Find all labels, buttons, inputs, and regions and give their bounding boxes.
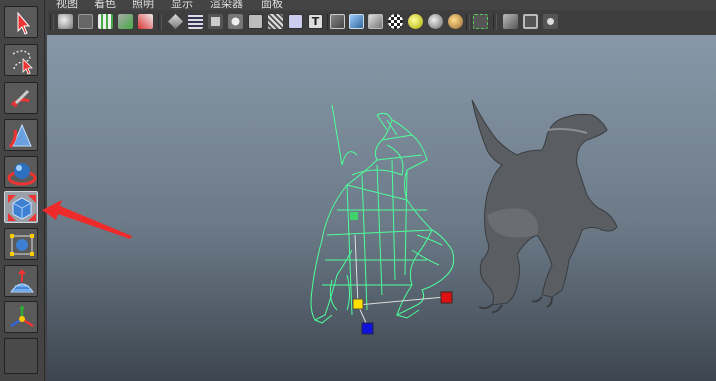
scene-svg: [310, 99, 618, 335]
bookmarks-icon[interactable]: [98, 14, 113, 29]
wireframe-raptor-model[interactable]: [310, 104, 455, 324]
toolbox: [0, 0, 45, 381]
lasso-icon: [12, 50, 33, 75]
rotate-icon: [7, 163, 37, 186]
select-camera-icon[interactable]: [58, 14, 73, 29]
menu-view[interactable]: 视图: [56, 0, 78, 10]
wireframe-on-shaded-icon[interactable]: [368, 14, 383, 29]
safe-action-icon[interactable]: [268, 14, 283, 29]
perspective-viewport[interactable]: [47, 35, 716, 381]
pivot-y-handle[interactable]: [352, 298, 364, 310]
paint-select-tool-button[interactable]: [4, 82, 38, 114]
camera-attributes-icon[interactable]: [78, 14, 93, 29]
select-arrow-icon: [17, 11, 31, 35]
safe-title-icon[interactable]: [288, 14, 303, 29]
use-all-lights-icon[interactable]: [408, 14, 423, 29]
move-tool-button[interactable]: [4, 119, 38, 151]
menu-show[interactable]: 显示: [171, 0, 193, 10]
rotate-tool-button[interactable]: [4, 156, 38, 188]
hud-icon[interactable]: [523, 14, 538, 29]
resolution-gate-icon[interactable]: [208, 14, 223, 29]
pivot-z-handle[interactable]: [361, 322, 374, 335]
film-gate-icon[interactable]: [188, 14, 203, 29]
pivot-x-handle[interactable]: [440, 291, 453, 304]
isolate-select-icon[interactable]: [503, 14, 518, 29]
field-chart-icon[interactable]: [248, 14, 263, 29]
soft-modification-tool-button[interactable]: [4, 265, 38, 297]
scale-tool-button[interactable]: [4, 191, 38, 223]
text-icon[interactable]: T: [308, 14, 323, 29]
image-plane-icon[interactable]: [118, 14, 133, 29]
shaded-raptor-model[interactable]: [471, 99, 618, 314]
menu-shading[interactable]: 着色: [94, 0, 116, 10]
transform-axes-icon: [10, 305, 34, 328]
menu-panels[interactable]: 面板: [261, 0, 283, 10]
share-node-icon[interactable]: [543, 14, 558, 29]
gate-mask-icon[interactable]: [228, 14, 243, 29]
move-icon: [8, 123, 32, 148]
scale-icon: [8, 195, 36, 221]
soft-mod-icon: [10, 269, 34, 293]
two-d-pan-zoom-icon[interactable]: [138, 14, 153, 29]
universal-manipulator-button[interactable]: [4, 228, 38, 260]
lasso-tool-button[interactable]: [4, 44, 38, 76]
panel-toolbar: T: [48, 10, 716, 36]
menu-lighting[interactable]: 照明: [132, 0, 154, 10]
show-manipulator-tool-button[interactable]: [4, 301, 38, 333]
paint-brush-icon: [10, 89, 30, 108]
toolbar-separator: [466, 14, 470, 30]
toolbar-separator: [158, 14, 162, 30]
manipulator-icon: [10, 234, 34, 256]
panel-menu-bar: 视图 着色 照明 显示 渲染器 面板: [48, 0, 716, 10]
shadows-icon[interactable]: [428, 14, 443, 29]
toolbar-separator: [50, 14, 54, 30]
select-tool-button[interactable]: [4, 6, 38, 38]
grid-icon[interactable]: [168, 14, 183, 29]
last-used-tool-button[interactable]: [4, 338, 38, 374]
textured-icon[interactable]: [388, 14, 403, 29]
wireframe-shading-icon[interactable]: [330, 14, 345, 29]
pivot-center-handle[interactable]: [350, 212, 358, 220]
smooth-shading-icon[interactable]: [349, 14, 364, 29]
xray-icon[interactable]: [473, 14, 488, 29]
toolbar-separator: [493, 14, 497, 30]
default-material-icon[interactable]: [448, 14, 463, 29]
menu-renderer[interactable]: 渲染器: [210, 0, 243, 10]
